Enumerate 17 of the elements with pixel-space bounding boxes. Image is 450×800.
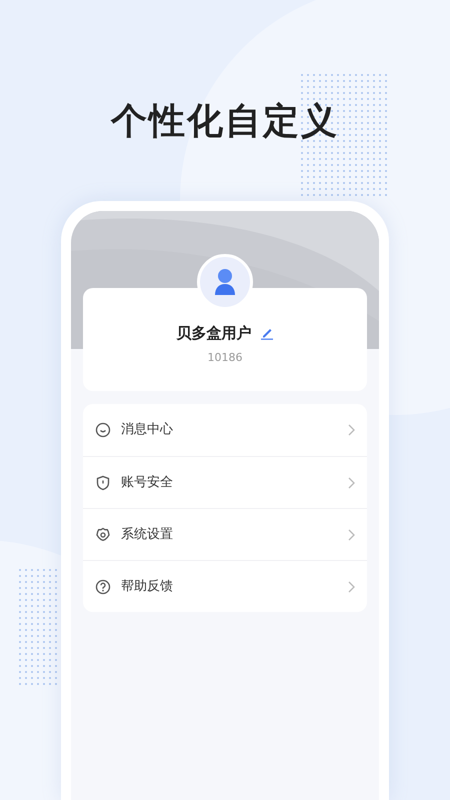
menu-item[interactable]: 帮助反馈 — [83, 560, 367, 612]
menu-item[interactable]: 消息中心 — [83, 404, 367, 456]
help-icon — [95, 578, 111, 595]
smile-icon — [95, 422, 111, 438]
menu-item[interactable]: 账号安全 — [83, 456, 367, 508]
settings-icon — [95, 526, 111, 543]
chevron-icon — [347, 580, 355, 593]
chevron-icon — [347, 476, 355, 489]
edit-icon[interactable] — [260, 326, 274, 340]
user-icon — [214, 268, 236, 296]
user-name: 贝多盒用户 — [176, 323, 252, 344]
shield-icon — [95, 474, 111, 491]
chevron-icon — [347, 424, 355, 436]
user-id: 10186 — [208, 350, 242, 366]
menu-item[interactable]: 系统设置 — [83, 508, 367, 560]
headline: 个性化自定义 — [111, 100, 339, 144]
chevron-icon — [347, 528, 355, 541]
